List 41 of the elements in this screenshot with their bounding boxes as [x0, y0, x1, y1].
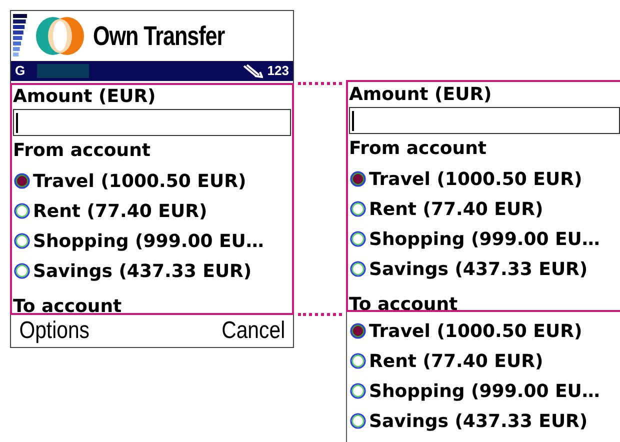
account-option[interactable]: Travel (1000.50 EUR) — [369, 318, 582, 344]
account-option[interactable]: Savings (437.33 EUR) — [33, 258, 252, 284]
pen-icon — [243, 64, 264, 78]
network-indicator: G — [15, 62, 26, 80]
account-option[interactable]: Savings (437.33 EUR) — [369, 256, 588, 282]
account-option[interactable]: Savings (437.33 EUR) — [369, 408, 588, 434]
radio-button[interactable] — [349, 230, 367, 248]
radio-button[interactable] — [349, 322, 367, 340]
radio-button[interactable] — [349, 352, 367, 370]
account-option[interactable]: Rent (77.40 EUR) — [33, 198, 208, 224]
account-option[interactable]: Travel (1000.50 EUR) — [369, 166, 582, 192]
radio-button[interactable] — [349, 170, 367, 188]
account-option[interactable]: Shopping (999.00 EU… — [369, 226, 600, 252]
window-title: Own Transfer — [93, 20, 225, 53]
radio-button[interactable] — [349, 260, 367, 278]
radio-button[interactable] — [13, 202, 31, 220]
signal-strength-icon — [13, 14, 27, 58]
input-mode-indicator: 123 — [267, 62, 289, 80]
softkey-button[interactable]: Cancel — [222, 319, 286, 343]
account-option[interactable]: Travel (1000.50 EUR) — [33, 168, 246, 194]
field-label: From account — [13, 139, 152, 163]
radio-button[interactable] — [13, 262, 31, 280]
softkey-button[interactable]: Options — [19, 319, 90, 343]
radio-button[interactable] — [349, 200, 367, 218]
app-logo-icon — [35, 16, 85, 56]
amount-input-field[interactable] — [349, 107, 620, 134]
account-option[interactable]: Shopping (999.00 EU… — [369, 378, 600, 404]
account-option[interactable]: Rent (77.40 EUR) — [369, 348, 544, 374]
field-label: Amount (EUR) — [349, 83, 493, 107]
field-label: To account — [13, 296, 123, 313]
radio-button[interactable] — [13, 172, 31, 190]
signal-indicator-bar — [37, 64, 90, 78]
account-option[interactable]: Rent (77.40 EUR) — [369, 196, 544, 222]
radio-button[interactable] — [13, 232, 31, 250]
field-label: To account — [349, 294, 459, 316]
account-option[interactable]: Shopping (999.00 EU… — [33, 228, 264, 254]
radio-button[interactable] — [349, 382, 367, 400]
amount-input-field[interactable] — [13, 109, 291, 136]
field-label: From account — [349, 137, 488, 161]
field-label: Amount (EUR) — [13, 85, 157, 109]
radio-button[interactable] — [349, 412, 367, 430]
